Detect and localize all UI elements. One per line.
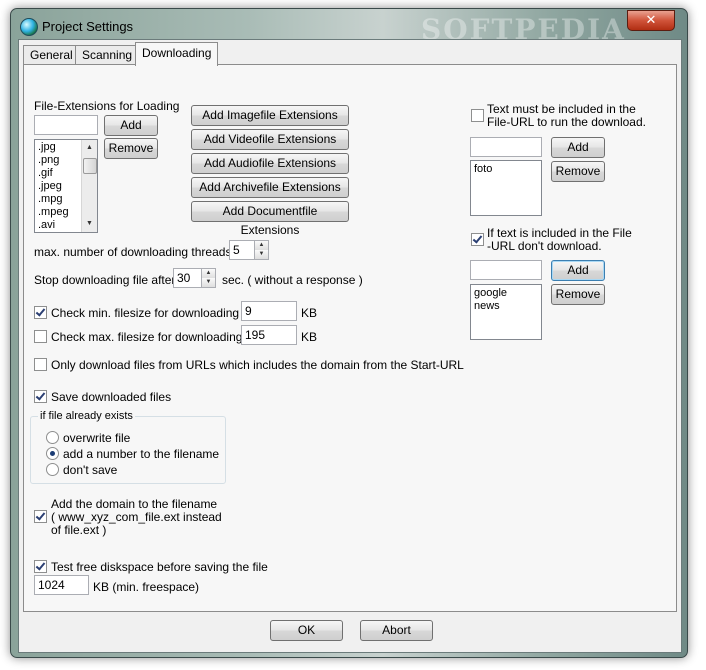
- overwrite-file-label: overwrite file: [63, 431, 131, 445]
- include-text-line-1: Text must be included in the: [487, 102, 636, 116]
- add-documentfile-extensions-button[interactable]: Add Documentfile Extensions: [191, 201, 349, 237]
- window-frame: Project Settings SOFTPEDIA ✕ General Sca…: [10, 8, 688, 658]
- timeout-suffix: sec. ( without a response ): [222, 273, 363, 287]
- if-exists-legend: if file already exists: [38, 410, 135, 422]
- list-item[interactable]: news: [471, 300, 541, 313]
- dialog-client-area: General Scanning Downloading File-Extens…: [18, 39, 682, 653]
- app-globe-icon: [20, 18, 38, 36]
- min-filesize-label: Check min. filesize for downloading: [51, 306, 240, 320]
- tab-general[interactable]: General: [23, 45, 80, 65]
- list-item[interactable]: foto: [471, 163, 541, 176]
- min-filesize-checkbox[interactable]: [34, 306, 47, 319]
- add-domain-line-3: of file.ext ): [51, 523, 107, 537]
- include-text-list[interactable]: foto: [470, 160, 542, 216]
- include-text-checkbox[interactable]: [471, 109, 484, 122]
- max-filesize-checkbox[interactable]: [34, 330, 47, 343]
- add-extension-button[interactable]: Add: [104, 115, 158, 136]
- diskspace-input[interactable]: [34, 575, 89, 595]
- title-bar[interactable]: Project Settings SOFTPEDIA ✕: [11, 9, 687, 46]
- spin-down-icon[interactable]: ▼: [255, 250, 268, 259]
- add-audiofile-extensions-button[interactable]: Add Audiofile Extensions: [191, 153, 349, 174]
- diskspace-label: Test free diskspace before saving the fi…: [51, 560, 268, 574]
- save-files-label: Save downloaded files: [51, 390, 172, 404]
- exclude-text-line-1: If text is included in the File: [487, 226, 632, 240]
- tab-downloading[interactable]: Downloading: [135, 42, 219, 66]
- min-filesize-unit: KB: [301, 306, 318, 320]
- include-text-remove-button[interactable]: Remove: [551, 161, 605, 182]
- downloading-tab-panel: File-Extensions for Loading Add Remove .…: [23, 64, 677, 612]
- domain-only-label: Only download files from URLs which incl…: [51, 358, 464, 372]
- exclude-text-input[interactable]: [470, 260, 542, 280]
- add-videofile-extensions-button[interactable]: Add Videofile Extensions: [191, 129, 349, 150]
- scroll-up-arrow-icon[interactable]: ▲: [82, 141, 97, 155]
- close-window-button[interactable]: ✕: [627, 10, 675, 31]
- threads-spinner[interactable]: ▲ ▼: [255, 240, 269, 260]
- add-domain-line-1: Add the domain to the filename: [51, 497, 218, 511]
- exclude-text-line-2: -URL don't download.: [487, 239, 602, 253]
- add-number-label: add a number to the filename: [63, 447, 220, 461]
- threads-label: max. number of downloading threads: [34, 245, 232, 259]
- max-filesize-unit: KB: [301, 330, 318, 344]
- dont-save-label: don't save: [63, 463, 118, 477]
- window-title: Project Settings: [42, 19, 134, 34]
- scroll-down-arrow-icon[interactable]: ▼: [82, 217, 97, 231]
- add-number-radio[interactable]: [46, 447, 59, 460]
- timeout-label: Stop downloading file after: [34, 273, 176, 287]
- extension-list[interactable]: .jpg .png .gif .jpeg .mpg .mpeg .avi ▲ ▼: [34, 139, 98, 233]
- diskspace-checkbox[interactable]: [34, 560, 47, 573]
- exclude-text-remove-button[interactable]: Remove: [551, 284, 605, 305]
- remove-extension-button[interactable]: Remove: [104, 138, 158, 159]
- abort-button[interactable]: Abort: [360, 620, 433, 641]
- add-imagefile-extensions-button[interactable]: Add Imagefile Extensions: [191, 105, 349, 126]
- extension-input[interactable]: [34, 115, 98, 135]
- threads-input[interactable]: [229, 240, 255, 260]
- exclude-text-add-button[interactable]: Add: [551, 260, 605, 281]
- include-text-add-button[interactable]: Add: [551, 137, 605, 158]
- exclude-text-checkbox[interactable]: [471, 233, 484, 246]
- ok-button[interactable]: OK: [270, 620, 343, 641]
- scroll-thumb[interactable]: [83, 158, 97, 174]
- min-filesize-input[interactable]: [241, 301, 297, 321]
- max-filesize-label: Check max. filesize for downloading: [51, 330, 243, 344]
- include-text-input[interactable]: [470, 137, 542, 157]
- add-domain-checkbox[interactable]: [34, 510, 47, 523]
- spin-down-icon[interactable]: ▼: [202, 278, 215, 287]
- tab-scanning[interactable]: Scanning: [75, 45, 140, 65]
- extensions-heading: File-Extensions for Loading: [34, 99, 180, 113]
- include-text-line-2: File-URL to run the download.: [487, 115, 646, 129]
- list-item[interactable]: google: [471, 287, 541, 300]
- timeout-input[interactable]: [173, 268, 202, 288]
- dont-save-radio[interactable]: [46, 463, 59, 476]
- overwrite-file-radio[interactable]: [46, 431, 59, 444]
- save-files-checkbox[interactable]: [34, 390, 47, 403]
- add-archivefile-extensions-button[interactable]: Add Archivefile Extensions: [191, 177, 349, 198]
- exclude-text-list[interactable]: google news: [470, 284, 542, 340]
- max-filesize-input[interactable]: [241, 325, 297, 345]
- domain-only-checkbox[interactable]: [34, 358, 47, 371]
- add-domain-line-2: ( www_xyz_com_file.ext instead: [51, 510, 222, 524]
- timeout-spinner[interactable]: ▲ ▼: [202, 268, 216, 288]
- diskspace-suffix: KB (min. freespace): [93, 580, 200, 594]
- extension-list-scrollbar[interactable]: ▲ ▼: [81, 140, 97, 232]
